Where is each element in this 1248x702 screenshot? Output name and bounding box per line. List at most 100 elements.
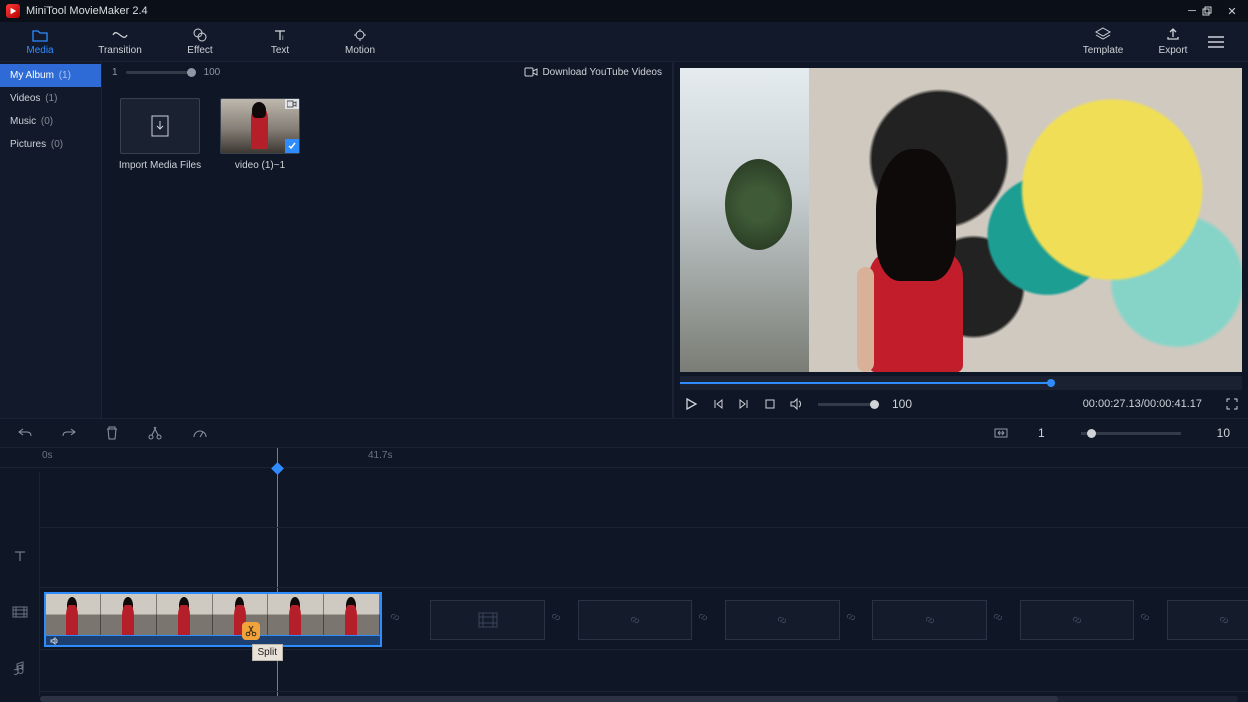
volume-value: 100	[892, 397, 912, 411]
split-button[interactable]	[148, 426, 162, 440]
svg-text:I: I	[282, 36, 284, 42]
timeline-toolbar: 1 10	[0, 418, 1248, 448]
redo-button[interactable]	[62, 427, 76, 439]
thumb-size-max: 100	[204, 67, 221, 78]
empty-clip-slot[interactable]	[872, 600, 987, 640]
link-icon	[844, 610, 858, 624]
link-icon	[696, 610, 710, 624]
preview-viewport[interactable]	[680, 68, 1242, 372]
video-clip[interactable]	[44, 592, 382, 647]
main-tabs: Media Transition Effect I Text Motion Te…	[0, 22, 1248, 62]
split-handle[interactable]	[242, 622, 260, 640]
tab-label: Template	[1068, 45, 1138, 56]
tab-transition[interactable]: Transition	[80, 27, 160, 56]
play-button[interactable]	[684, 397, 698, 411]
thumb-size-min: 1	[112, 67, 118, 78]
timeline-scrollbar[interactable]	[40, 696, 1238, 702]
preview-controls: 100 00:00:27.13/00:00:41.17	[674, 390, 1248, 418]
menu-button[interactable]	[1208, 36, 1248, 48]
delete-button[interactable]	[106, 426, 118, 440]
link-icon	[991, 610, 1005, 624]
empty-clip-slot[interactable]	[430, 600, 545, 640]
tab-effect[interactable]: Effect	[160, 27, 240, 56]
volume-slider[interactable]	[818, 403, 878, 406]
ruler-end: 41.7s	[368, 450, 392, 461]
tab-media[interactable]: Media	[0, 27, 80, 56]
media-toolbar: 1 100 Download YouTube Videos	[102, 62, 672, 82]
track-icon-video	[0, 584, 40, 640]
import-file-icon	[147, 113, 173, 139]
undo-button[interactable]	[18, 427, 32, 439]
media-category-sidebar: My Album (1) Videos (1) Music (0) Pictur…	[0, 62, 102, 418]
tab-label: Text	[240, 45, 320, 56]
transition-icon	[80, 27, 160, 43]
hamburger-icon	[1208, 36, 1224, 48]
minimize-button[interactable]: ─	[1182, 5, 1202, 17]
sidebar-item-count: (0)	[51, 139, 63, 150]
sidebar-item-label: Pictures	[10, 139, 46, 150]
track-icon-audio	[0, 640, 40, 696]
text-icon: I	[240, 27, 320, 43]
media-panel: 1 100 Download YouTube Videos Import Med…	[102, 62, 673, 418]
empty-clip-slot[interactable]	[725, 600, 840, 640]
export-icon	[1138, 27, 1208, 43]
download-label: Download YouTube Videos	[542, 67, 662, 78]
sidebar-item-pictures[interactable]: Pictures (0)	[0, 133, 101, 156]
app-logo-icon	[6, 4, 20, 18]
template-button[interactable]: Template	[1068, 27, 1138, 56]
empty-clip-slot[interactable]	[578, 600, 693, 640]
import-media-card[interactable]: Import Media Files	[118, 98, 202, 171]
timeline-ruler[interactable]: 0s 41.7s	[0, 448, 1248, 468]
maximize-button[interactable]	[1202, 6, 1222, 16]
preview-seek-bar[interactable]	[680, 376, 1242, 390]
time-total: 00:00:41.17	[1144, 398, 1202, 410]
clip-audio-strip	[46, 635, 380, 645]
zoom-max: 10	[1217, 426, 1230, 440]
sidebar-item-count: (1)	[59, 70, 71, 81]
sidebar-item-my-album[interactable]: My Album (1)	[0, 64, 101, 87]
split-tooltip: Split	[252, 644, 283, 661]
speed-button[interactable]	[192, 427, 208, 439]
effect-icon	[160, 27, 240, 43]
title-bar: MiniTool MovieMaker 2.4 ─ ✕	[0, 0, 1248, 22]
preview-panel: 100 00:00:27.13/00:00:41.17	[673, 62, 1248, 418]
tab-label: Media	[0, 45, 80, 56]
download-youtube-button[interactable]: Download YouTube Videos	[524, 66, 662, 78]
close-button[interactable]: ✕	[1222, 5, 1242, 18]
sidebar-item-music[interactable]: Music (0)	[0, 110, 101, 133]
folder-icon	[0, 27, 80, 43]
empty-clip-slot[interactable]	[1167, 600, 1248, 640]
export-button[interactable]: Export	[1138, 27, 1208, 56]
link-icon	[1138, 610, 1152, 624]
fullscreen-button[interactable]	[1226, 398, 1238, 410]
track-area[interactable]: Split	[40, 472, 1248, 696]
link-icon	[388, 610, 402, 624]
link-icon	[549, 610, 563, 624]
empty-clip-slot[interactable]	[1020, 600, 1135, 640]
fit-button[interactable]	[994, 428, 1008, 438]
sidebar-item-label: My Album	[10, 70, 54, 81]
tab-text[interactable]: I Text	[240, 27, 320, 56]
tab-label: Transition	[80, 45, 160, 56]
video-camera-icon	[524, 66, 538, 78]
track-icon-empty	[0, 472, 40, 528]
next-frame-button[interactable]	[738, 398, 750, 410]
time-display: 00:00:27.13/00:00:41.17	[1083, 398, 1202, 410]
tab-motion[interactable]: Motion	[320, 27, 400, 56]
tab-label: Export	[1138, 45, 1208, 56]
thumb-size-slider[interactable]	[126, 71, 196, 74]
sidebar-item-videos[interactable]: Videos (1)	[0, 87, 101, 110]
sidebar-item-label: Music	[10, 116, 36, 127]
zoom-slider[interactable]	[1081, 432, 1181, 435]
sidebar-item-count: (0)	[41, 116, 53, 127]
track-icon-text	[0, 528, 40, 584]
volume-icon[interactable]	[790, 398, 804, 410]
media-item-label: video (1)~1	[218, 160, 302, 171]
media-item-video-1[interactable]: video (1)~1	[218, 98, 302, 171]
video-badge-icon	[285, 99, 299, 109]
stop-button[interactable]	[764, 398, 776, 410]
sidebar-item-label: Videos	[10, 93, 40, 104]
prev-frame-button[interactable]	[712, 398, 724, 410]
tab-label: Effect	[160, 45, 240, 56]
ruler-start: 0s	[42, 450, 53, 461]
